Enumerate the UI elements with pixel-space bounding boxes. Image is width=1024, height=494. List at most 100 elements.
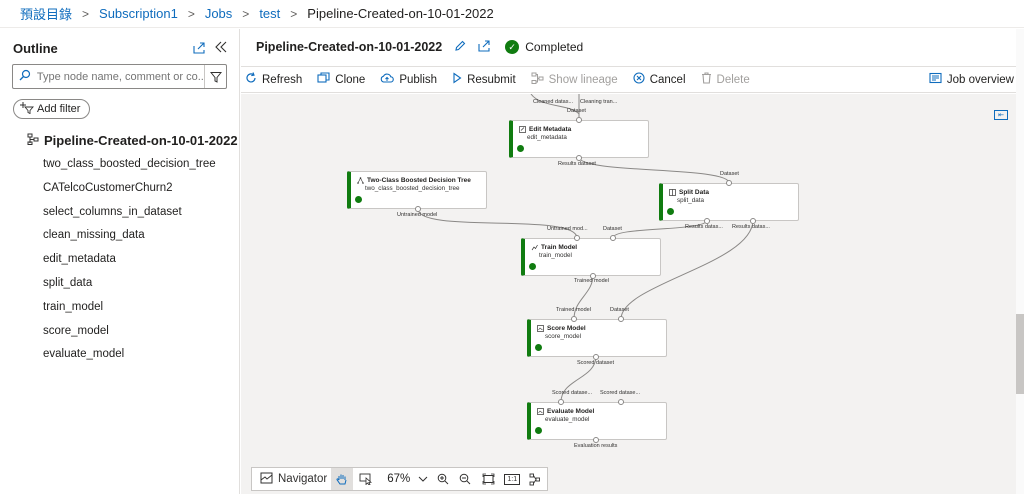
outline-item[interactable]: two_class_boosted_decision_tree (43, 157, 216, 181)
pipeline-title: Pipeline-Created-on-10-01-2022 (256, 40, 443, 54)
port-label: Dataset (610, 307, 629, 313)
train-icon (531, 244, 538, 251)
port-label: Scored datase... (552, 390, 593, 396)
breadcrumb-subscription[interactable]: Subscription1 (99, 6, 178, 21)
add-filter-button[interactable]: Add filter (13, 99, 91, 119)
node-title-text: Split Data (679, 189, 709, 196)
input-port[interactable] (610, 235, 616, 241)
clone-button[interactable]: Clone (317, 72, 365, 87)
input-port[interactable] (576, 117, 582, 123)
pipeline-toolbar: Refresh Clone Publish Resubmit Show line… (241, 66, 1016, 93)
share-icon[interactable] (190, 38, 208, 56)
zoom-out-icon[interactable] (454, 468, 476, 490)
outline-item[interactable]: evaluate_model (43, 347, 216, 371)
zoom-level: 67% (387, 473, 411, 485)
input-port[interactable] (558, 399, 564, 405)
outline-root-label: Pipeline-Created-on-10-01-2022 (44, 133, 238, 148)
port-label: Evaluation results (574, 443, 618, 449)
node-title: Score Model (537, 325, 586, 332)
input-port[interactable] (574, 235, 580, 241)
node-split-data[interactable]: Split Data split_data (659, 183, 799, 221)
trash-icon (701, 72, 712, 87)
cloud-upload-icon (380, 72, 395, 87)
actual-size-button[interactable]: 1:1 (500, 468, 524, 490)
resubmit-button[interactable]: Resubmit (452, 72, 516, 87)
chevron-right-icon: > (82, 6, 90, 21)
outline-root-pipeline[interactable]: Pipeline-Created-on-10-01-2022 (27, 133, 238, 148)
node-search-input[interactable] (36, 70, 205, 83)
add-filter-label: Add filter (37, 103, 81, 115)
port-label: Results datas... (685, 224, 723, 230)
breadcrumb-jobs[interactable]: Jobs (205, 6, 232, 21)
clone-icon (317, 72, 330, 87)
tree-icon (357, 177, 364, 184)
node-evaluate-model[interactable]: Evaluate Model evaluate_model (527, 402, 667, 440)
node-train-model[interactable]: Train Model train_model (521, 238, 661, 276)
port-label: Trained model (556, 307, 591, 313)
node-title-text: Train Model (541, 244, 578, 251)
fit-to-screen-icon[interactable] (476, 468, 500, 490)
filter-icon[interactable] (204, 65, 226, 88)
node-title-text: Two-Class Boosted Decision Tree (367, 177, 471, 184)
port-label: Cleaned datas... (533, 99, 574, 105)
input-port[interactable] (618, 316, 624, 322)
pipeline-canvas[interactable]: ⇤ Cleaned datas... Cleaning tran... Data… (241, 94, 1016, 494)
node-title: Evaluate Model (537, 408, 594, 415)
refresh-button[interactable]: Refresh (245, 72, 302, 87)
auto-layout-icon[interactable] (524, 468, 546, 490)
node-score-model[interactable]: Score Model score_model (527, 319, 667, 357)
outline-item[interactable]: split_data (43, 276, 216, 300)
edit-table-icon (519, 126, 526, 133)
port-label: Scored datase... (600, 390, 641, 396)
job-overview-button[interactable]: Job overview (929, 72, 1014, 87)
node-status-icon (517, 145, 524, 152)
edit-icon[interactable] (454, 40, 466, 55)
outline-item[interactable]: score_model (43, 324, 216, 348)
breadcrumb-experiment[interactable]: test (259, 6, 280, 21)
select-pointer-icon[interactable] (353, 468, 379, 490)
refresh-label: Refresh (262, 73, 303, 86)
node-title-text: Score Model (547, 325, 586, 332)
publish-button[interactable]: Publish (380, 72, 437, 87)
node-status-icon (667, 208, 674, 215)
edge-metadata-split (578, 156, 730, 184)
show-lineage-button[interactable]: Show lineage (531, 72, 618, 87)
collapse-panel-icon[interactable] (212, 38, 230, 56)
zoom-in-icon[interactable] (432, 468, 454, 490)
node-status-icon (535, 427, 542, 434)
resubmit-label: Resubmit (467, 73, 516, 86)
pan-hand-icon[interactable] (331, 468, 354, 490)
cancel-button[interactable]: Cancel (633, 72, 686, 87)
port-label: Cleaning tran... (580, 99, 618, 105)
outline-panel: Outline Add filter Pipeline-Created-on-1… (0, 29, 240, 494)
refresh-icon (245, 72, 257, 87)
outline-item[interactable]: CATelcoCustomerChurn2 (43, 181, 216, 205)
outline-item[interactable]: edit_metadata (43, 252, 216, 276)
outline-item[interactable]: train_model (43, 300, 216, 324)
node-edit-metadata[interactable]: Edit Metadata edit_metadata (509, 120, 649, 158)
port-label: Results datas... (732, 224, 770, 230)
port-label: Dataset (567, 108, 586, 114)
node-title: Two-Class Boosted Decision Tree (357, 177, 471, 184)
share-icon[interactable] (478, 39, 491, 55)
outline-node-list: two_class_boosted_decision_tree CATelcoC… (43, 157, 216, 371)
chevron-down-icon[interactable] (414, 468, 432, 490)
breadcrumb-directory[interactable]: 預設目錄 (20, 4, 72, 23)
node-status-icon (535, 344, 542, 351)
input-port[interactable] (726, 180, 732, 186)
input-port[interactable] (571, 316, 577, 322)
split-icon (669, 189, 676, 196)
node-two-class-boosted-decision-tree[interactable]: Two-Class Boosted Decision Tree two_clas… (347, 171, 487, 209)
add-filter-icon (20, 101, 34, 117)
navigator-button[interactable]: Navigator (256, 468, 331, 490)
input-port[interactable] (618, 399, 624, 405)
outline-item[interactable]: clean_missing_data (43, 228, 216, 252)
node-name: train_model (539, 252, 572, 259)
fit-view-icon[interactable]: ⇤ (994, 110, 1008, 120)
scrollbar-thumb[interactable] (1016, 314, 1024, 394)
edge-tree-train (417, 208, 578, 239)
page-scrollbar[interactable] (1016, 29, 1024, 494)
delete-button[interactable]: Delete (701, 72, 750, 87)
navigator-label: Navigator (278, 473, 328, 485)
outline-item[interactable]: select_columns_in_dataset (43, 205, 216, 229)
